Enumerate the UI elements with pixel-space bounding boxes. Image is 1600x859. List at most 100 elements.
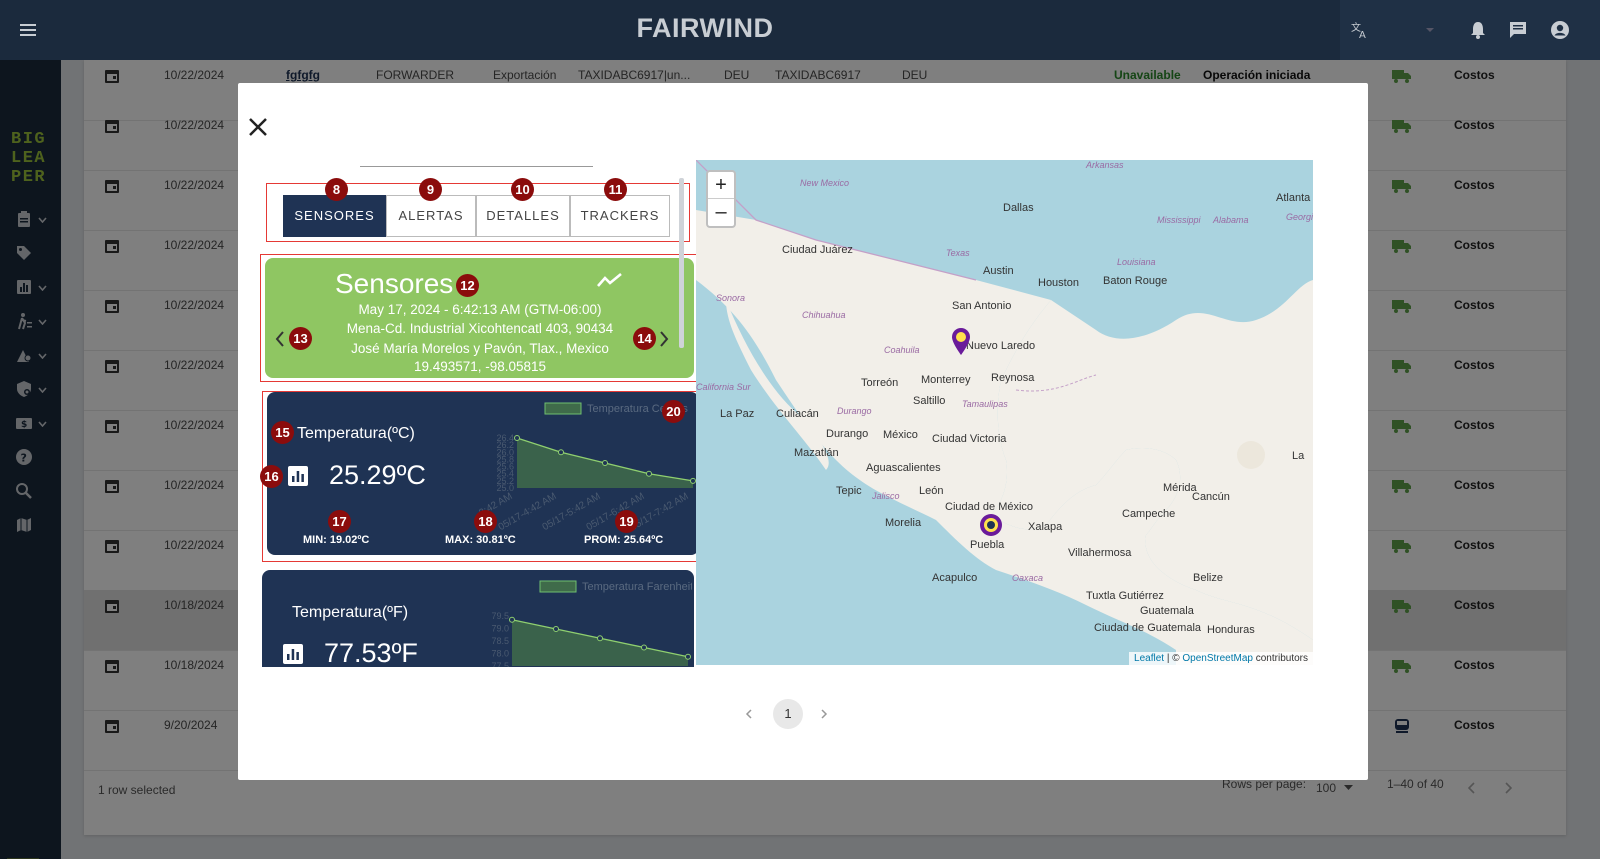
bar-chart-icon[interactable] [288, 466, 308, 486]
map-label: Nuevo Laredo [966, 340, 1036, 352]
bell-icon[interactable] [1468, 20, 1488, 40]
trending-icon[interactable] [597, 272, 623, 288]
sensor-datetime: May 17, 2024 - 6:42:13 AM (GTM-06:00) [358, 302, 602, 317]
map-label: Alabama [1213, 215, 1249, 225]
scrollbar[interactable] [679, 178, 684, 348]
map-marker-icon[interactable] [951, 328, 971, 356]
osm-link[interactable]: OpenStreetMap [1182, 653, 1253, 664]
map-label: Atlanta [1276, 192, 1311, 204]
app-header: FAIRWIND 文A [0, 0, 1600, 60]
map-label: Jalisco [872, 491, 900, 501]
chevron-right-icon[interactable] [658, 330, 670, 348]
map-label: New Mexico [800, 178, 850, 188]
map-label: La [1292, 450, 1305, 462]
annotation-badge: 12 [456, 274, 479, 297]
annotation-badge: 16 [260, 465, 283, 488]
chevron-left-icon[interactable] [274, 330, 286, 348]
map-label: Guatemala [1140, 605, 1194, 617]
map-label: La Paz [720, 408, 755, 420]
map-label: Ciudad de México [945, 501, 1034, 513]
map-label: Durango [837, 406, 872, 416]
map-label: México [883, 429, 918, 441]
data-point[interactable] [553, 625, 559, 632]
tracking-modal: 8 9 10 11 SENSORES ALERTAS DETALLES TRAC… [238, 83, 1368, 780]
close-icon[interactable] [246, 115, 270, 139]
data-point[interactable] [685, 653, 691, 660]
map-label: Arkansas [1086, 160, 1124, 170]
zoom-control: + – [706, 170, 736, 228]
map-label: Tepic [836, 485, 862, 497]
data-point[interactable] [646, 470, 652, 477]
sensor-title: Sensores [335, 268, 454, 299]
map-label: Culiacán [776, 408, 819, 420]
sensor-address-line1: Mena-Cd. Industrial Xicohtencatl 403, 90… [346, 321, 614, 336]
data-point[interactable] [602, 460, 608, 466]
y-tick-label: 78.5 [491, 636, 509, 646]
map-label: Louisiana [1117, 257, 1156, 267]
zoom-out-button[interactable]: – [708, 199, 734, 226]
current-location-marker-icon[interactable] [979, 513, 1003, 541]
legend-swatch [539, 580, 577, 593]
zoom-in-button[interactable]: + [708, 172, 734, 199]
y-tick-label: 77.5 [491, 661, 509, 667]
data-point[interactable] [597, 635, 603, 642]
sensor-summary-highlight: Sensores 12 May 17, 2024 - 6:42:13 AM (G… [260, 254, 700, 382]
map-label: Ciudad de Guatemala [1094, 622, 1202, 634]
card-title: Temperatura(ºC) [297, 425, 415, 442]
account-icon[interactable] [1550, 20, 1570, 40]
map-label: Ciudad Victoria [932, 433, 1007, 445]
celsius-chart: Temperatura Celsius26.426.226.025.825.62… [477, 402, 696, 530]
map-label: Durango [826, 428, 869, 440]
y-tick-label: 25.0 [496, 483, 514, 493]
route-map[interactable]: New Mexico Arkansas Dallas Atlanta Mississip… [696, 160, 1313, 665]
map-label: Oaxaca [1012, 573, 1044, 583]
data-point[interactable] [641, 644, 647, 651]
data-point[interactable] [690, 477, 696, 484]
map-label: Torreón [861, 377, 899, 389]
card-title: Temperatura(ºF) [292, 604, 409, 621]
tab-trackers[interactable]: TRACKERS [570, 195, 670, 237]
chat-icon[interactable] [1508, 20, 1528, 40]
chevron-down-icon[interactable] [1425, 26, 1435, 34]
header-actions: 文A [1340, 0, 1600, 60]
chevron-right-icon[interactable] [820, 709, 828, 719]
avg-temperature: PROM: 25.64ºC [584, 534, 664, 546]
annotation-badge: 9 [419, 178, 442, 201]
map-label: Campeche [1122, 508, 1176, 520]
modal-pagination: 1 [738, 699, 838, 733]
map-label: Chihuahua [802, 310, 846, 320]
tab-sensores[interactable]: SENSORES [283, 195, 386, 237]
sensor-coordinates: 19.493571, -98.05815 [413, 359, 547, 374]
chevron-left-icon[interactable] [745, 709, 753, 719]
map-label: Dallas [1003, 202, 1034, 214]
page-button-current[interactable]: 1 [773, 699, 803, 729]
bar-chart-icon[interactable] [283, 644, 303, 664]
app-title: FAIRWIND [636, 13, 774, 43]
map-label: Mazatlán [794, 447, 839, 459]
translate-icon[interactable]: 文A [1350, 20, 1370, 40]
annotation-badge: 8 [325, 178, 348, 201]
annotation-badge: 18 [474, 510, 497, 533]
map-label: Belize [1193, 572, 1223, 584]
data-point[interactable] [514, 435, 520, 441]
map-label: Villahermosa [1068, 547, 1132, 559]
map-label: Honduras [1207, 624, 1255, 636]
map-label: Tamaulipas [962, 399, 1008, 409]
leaflet-link[interactable]: Leaflet [1134, 653, 1164, 664]
annotation-badge: 14 [633, 327, 656, 350]
current-temperature: 25.29ºC [329, 460, 426, 490]
map-label: Cancún [1192, 491, 1230, 503]
svg-text:A: A [1359, 30, 1366, 40]
map-label: Xalapa [1028, 521, 1063, 533]
annotation-badge: 10 [511, 178, 534, 201]
map-label: Monterrey [921, 374, 971, 386]
data-point[interactable] [509, 616, 515, 623]
y-tick-label: 79.5 [491, 611, 509, 621]
tabs-highlight: 8 9 10 11 SENSORES ALERTAS DETALLES TRAC… [266, 178, 690, 242]
temperature-fahrenheit-card: Temperatura(ºF) 77.53ºF Temperatura Fare… [262, 570, 694, 667]
tab-detalles[interactable]: DETALLES [476, 195, 570, 237]
map-label: Ciudad Juárez [782, 244, 853, 256]
tab-alertas[interactable]: ALERTAS [386, 195, 476, 237]
data-point[interactable] [558, 449, 564, 456]
y-tick-label: 79.0 [491, 624, 509, 634]
